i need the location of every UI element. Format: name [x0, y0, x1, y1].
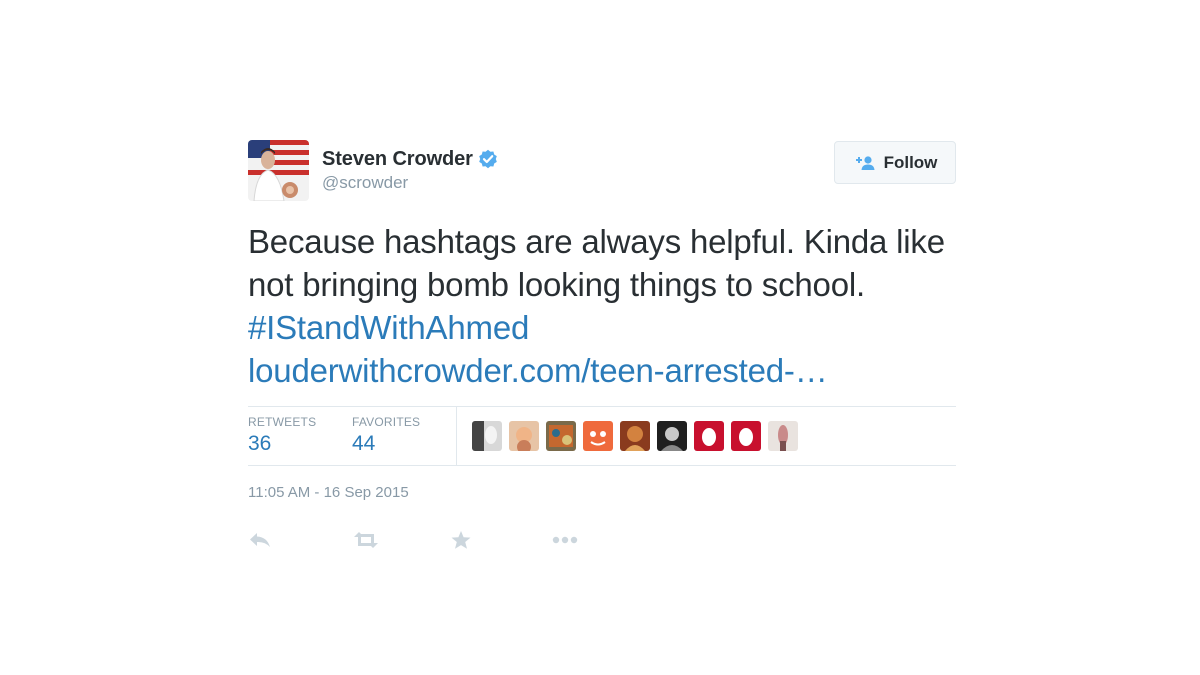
- favoriter-avatar[interactable]: [509, 421, 539, 451]
- hashtag-link[interactable]: #IStandWithAhmed: [248, 309, 529, 346]
- verified-badge-icon: [478, 149, 498, 169]
- avatar[interactable]: [248, 140, 309, 201]
- favorites-label: FAVORITES: [352, 415, 421, 429]
- favoriter-avatar[interactable]: [472, 421, 502, 451]
- default-egg-avatar[interactable]: [694, 421, 724, 451]
- retweets-count: 36: [248, 432, 272, 455]
- tweet-header: Steven Crowder @scrowder Follow: [248, 140, 956, 202]
- more-icon[interactable]: [552, 536, 578, 544]
- tweet-body: Because hashtags are always helpful. Kin…: [248, 223, 945, 303]
- tweet-actions: [248, 525, 956, 555]
- user-names: Steven Crowder @scrowder: [322, 146, 498, 193]
- favoriter-avatar[interactable]: [620, 421, 650, 451]
- favoriter-avatar[interactable]: [546, 421, 576, 451]
- favorites-count: 44: [352, 432, 376, 455]
- favorites-stat[interactable]: FAVORITES 44: [352, 407, 456, 465]
- user-screen-name[interactable]: @scrowder: [322, 173, 498, 193]
- retweets-stat[interactable]: RETWEETS 36: [248, 407, 352, 465]
- tweet-text: Because hashtags are always helpful. Kin…: [248, 220, 956, 392]
- follow-label: Follow: [883, 152, 938, 172]
- add-user-icon: [853, 155, 875, 171]
- favoriter-avatars: [472, 407, 805, 465]
- favoriter-avatar[interactable]: [768, 421, 798, 451]
- retweet-icon[interactable]: [352, 531, 450, 549]
- favorite-icon[interactable]: [450, 530, 552, 550]
- reply-icon[interactable]: [248, 531, 352, 549]
- url-link[interactable]: louderwithcrowder.com/teen-arrested-…: [248, 352, 828, 389]
- user-full-name[interactable]: Steven Crowder: [322, 148, 473, 171]
- tweet-timestamp[interactable]: 11:05 AM - 16 Sep 2015: [248, 484, 956, 501]
- favoriter-avatar[interactable]: [657, 421, 687, 451]
- tweet-stats: RETWEETS 36 FAVORITES 44: [248, 406, 956, 466]
- favoriter-avatar[interactable]: [583, 421, 613, 451]
- tweet-card: Steven Crowder @scrowder Follow Because …: [248, 140, 956, 555]
- retweets-label: RETWEETS: [248, 415, 317, 429]
- follow-button[interactable]: Follow: [834, 141, 956, 184]
- default-egg-avatar[interactable]: [731, 421, 761, 451]
- stats-divider: [456, 407, 457, 465]
